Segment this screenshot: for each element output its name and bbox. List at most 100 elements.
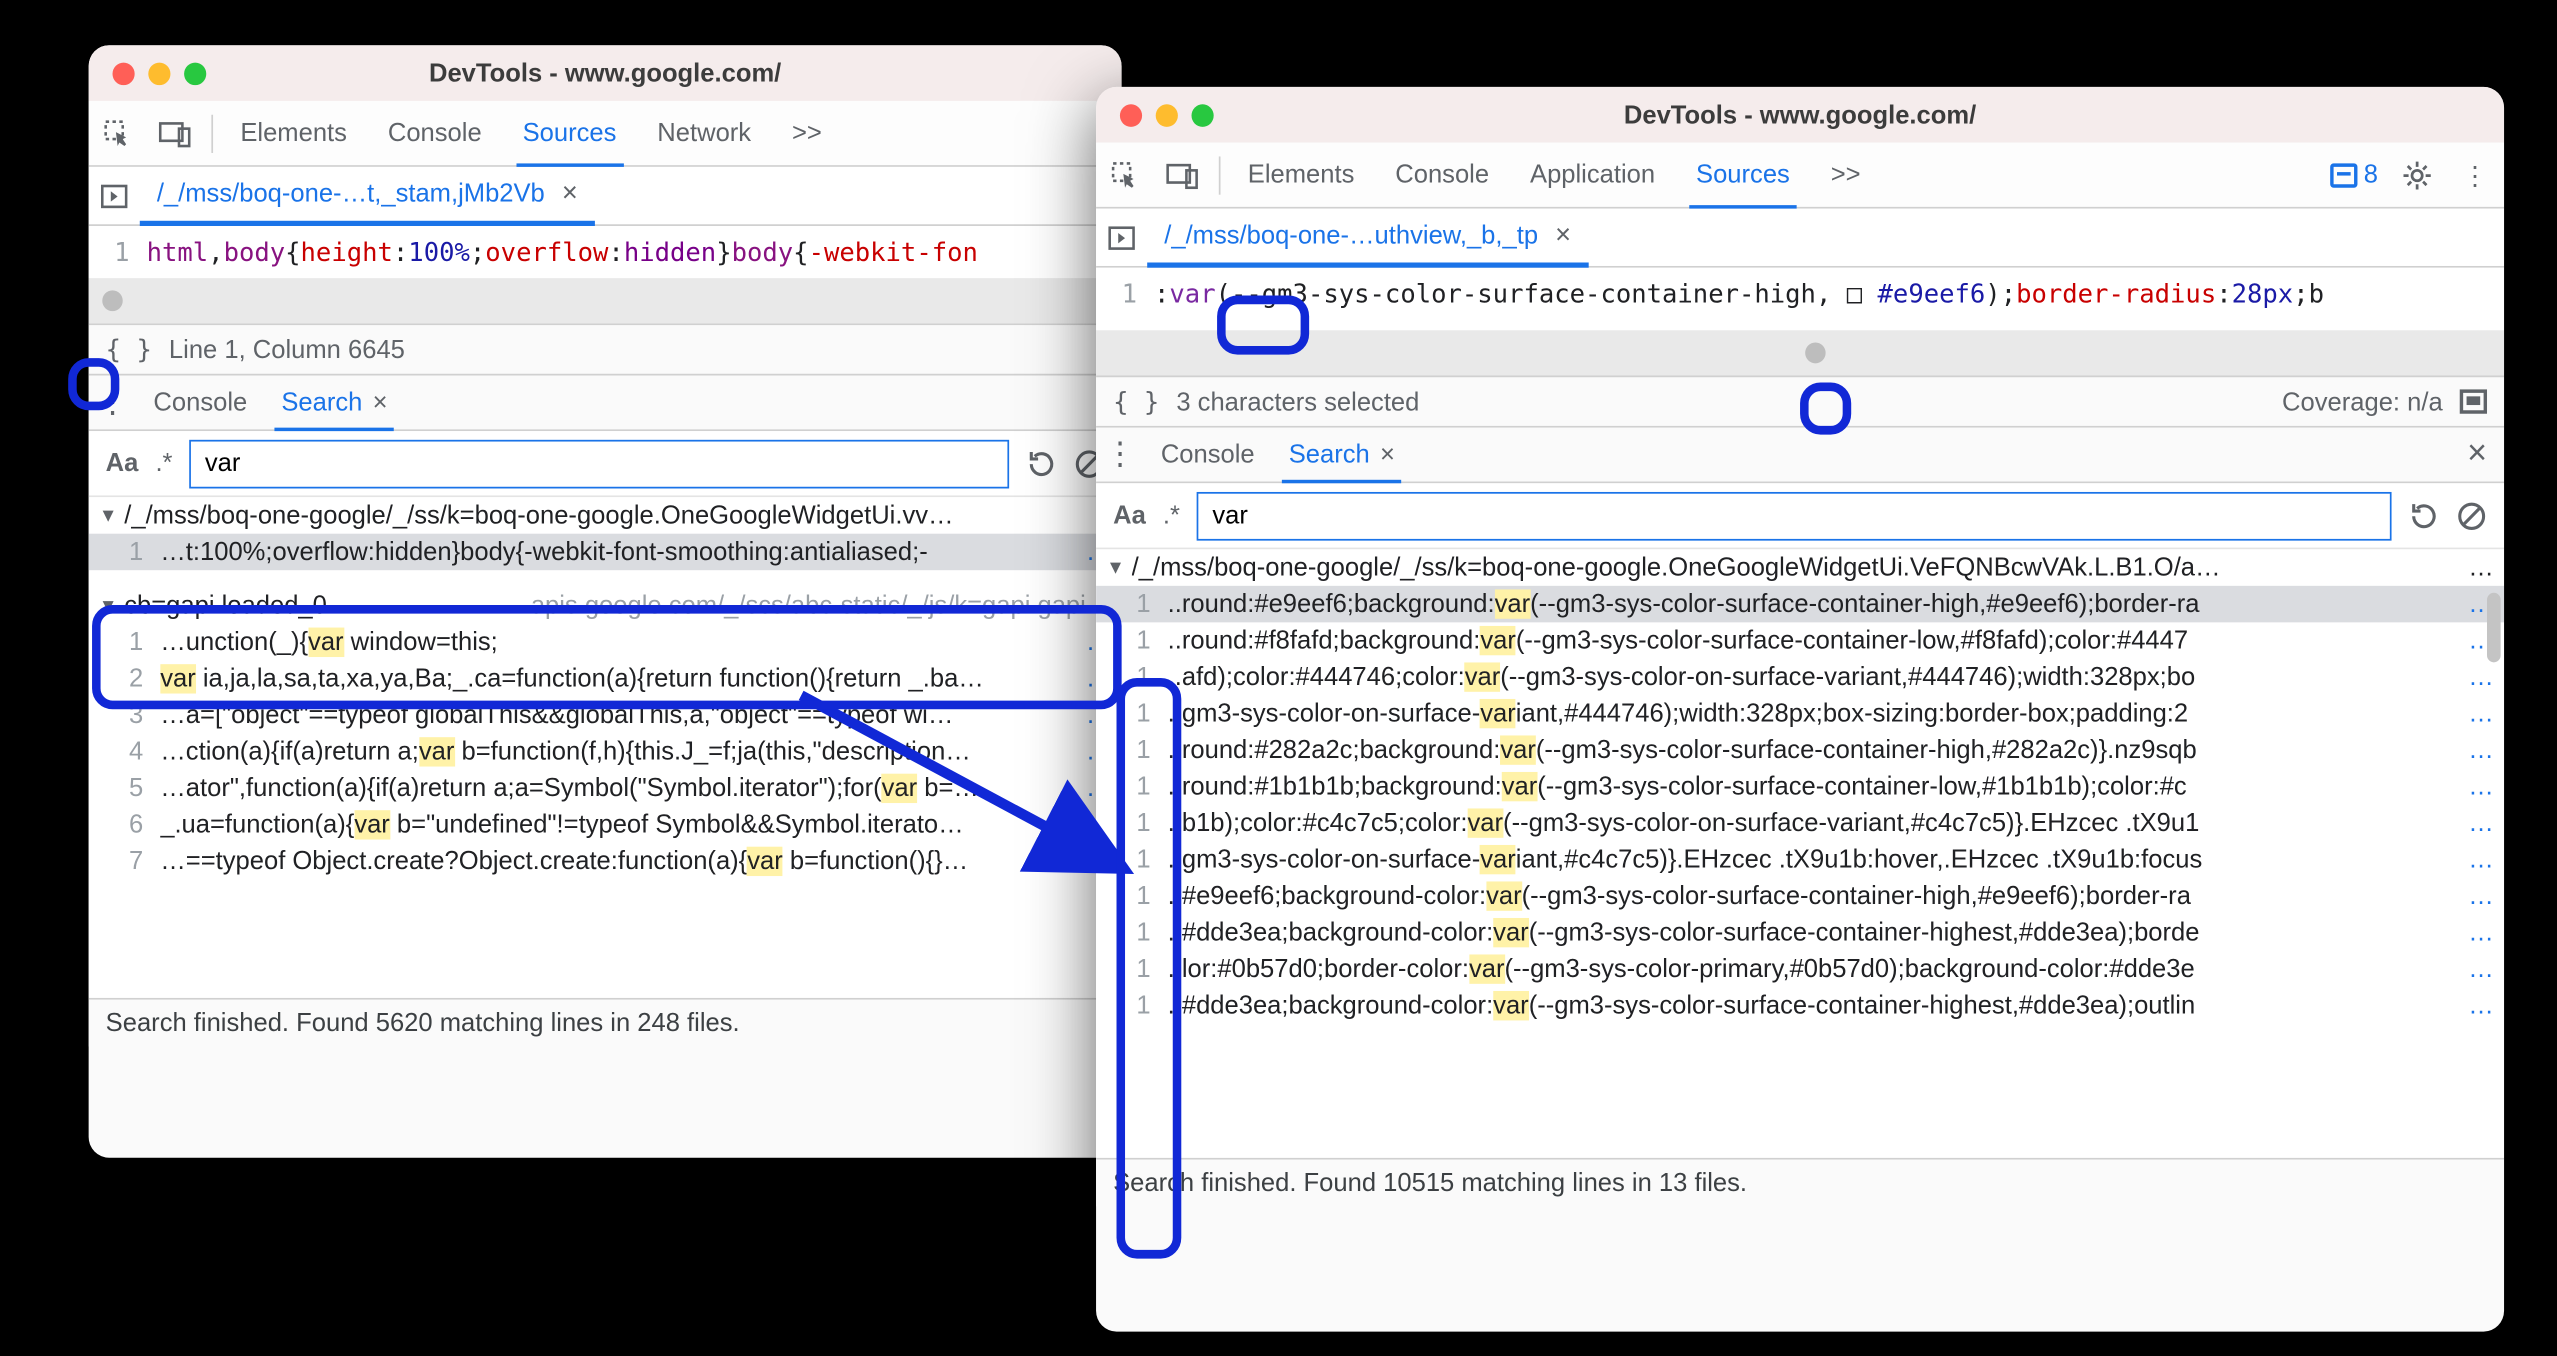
kebab-menu-icon[interactable]: ⋮ bbox=[2446, 147, 2504, 203]
result-line[interactable]: 1…t:100%;overflow:hidden}body{-webkit-fo… bbox=[89, 534, 1122, 571]
result-line[interactable]: 1..b1b);color:#c4c7c5;color:var(--gm3-sy… bbox=[1096, 805, 2504, 842]
minimap-marker-icon bbox=[102, 290, 122, 311]
result-group-header[interactable]: ▼/_/mss/boq-one-google/_/ss/k=boq-one-go… bbox=[1096, 549, 2504, 586]
settings-icon[interactable] bbox=[2388, 147, 2446, 203]
close-tab-icon[interactable]: × bbox=[1380, 440, 1395, 470]
show-navigator-icon[interactable] bbox=[89, 182, 140, 210]
traffic-minimize[interactable] bbox=[1156, 103, 1178, 126]
cursor-position: Line 1, Column 6645 bbox=[169, 335, 405, 365]
drawer-tabs: ⋮ Console Search× × bbox=[1096, 428, 2504, 484]
line-number: 1 bbox=[1096, 268, 1147, 331]
result-line[interactable]: 1…unction(_){var window=this;… bbox=[89, 624, 1122, 661]
inspect-element-icon[interactable] bbox=[89, 105, 147, 161]
result-line[interactable]: 1..#dde3ea;background-color:var(--gm3-sy… bbox=[1096, 987, 2504, 1024]
code-line[interactable]: :var(--gm3-sys-color-surface-container-h… bbox=[1147, 268, 2504, 331]
search-footer: Search finished. Found 10515 matching li… bbox=[1096, 1158, 2504, 1207]
close-tab-icon[interactable]: × bbox=[373, 388, 388, 418]
refresh-icon[interactable] bbox=[2409, 500, 2440, 531]
result-line[interactable]: 1..gm3-sys-color-on-surface-variant,#444… bbox=[1096, 695, 2504, 732]
device-toolbar-icon[interactable] bbox=[147, 105, 205, 161]
traffic-close[interactable] bbox=[1120, 103, 1142, 126]
minimap-row bbox=[89, 278, 1122, 323]
titlebar[interactable]: DevTools - www.google.com/ bbox=[89, 45, 1122, 101]
main-tabs: Elements Console Sources Network >> bbox=[89, 101, 1122, 167]
drawer-menu-icon[interactable]: ⋮ bbox=[89, 384, 137, 421]
traffic-zoom[interactable] bbox=[1192, 103, 1214, 126]
editor-status: 3 characters selected Coverage: n/a bbox=[1096, 375, 2504, 427]
result-line[interactable]: 1..gm3-sys-color-on-surface-variant,#c4c… bbox=[1096, 841, 2504, 878]
match-case-icon[interactable]: Aa bbox=[1113, 501, 1146, 531]
result-group-header[interactable]: ▼cb=gapi.loaded_0 — apis.google.com/_/sc… bbox=[89, 588, 1122, 625]
search-results[interactable]: ▼/_/mss/boq-one-google/_/ss/k=boq-one-go… bbox=[1096, 549, 2504, 1157]
tab-console[interactable]: Console bbox=[1375, 143, 1510, 207]
result-group-header[interactable]: ▼/_/mss/boq-one-google/_/ss/k=boq-one-go… bbox=[89, 497, 1122, 534]
file-tab[interactable]: /_/mss/boq-one-…uthview,_b,_tp × bbox=[1147, 209, 1588, 266]
titlebar[interactable]: DevTools - www.google.com/ bbox=[1096, 87, 2504, 143]
tab-network[interactable]: Network bbox=[637, 101, 772, 165]
tab-console[interactable]: Console bbox=[367, 101, 502, 165]
code-editor[interactable]: 1 :var(--gm3-sys-color-surface-container… bbox=[1096, 268, 2504, 331]
tab-sources[interactable]: Sources bbox=[502, 101, 637, 165]
traffic-zoom[interactable] bbox=[184, 62, 206, 85]
window-title: DevTools - www.google.com/ bbox=[89, 58, 1122, 88]
drawer-tab-search[interactable]: Search× bbox=[1272, 428, 1412, 482]
drawer-tab-console[interactable]: Console bbox=[1144, 428, 1272, 482]
selection-status: 3 characters selected bbox=[1176, 387, 1419, 417]
drawer-tab-console[interactable]: Console bbox=[136, 375, 264, 429]
refresh-icon[interactable] bbox=[1026, 448, 1057, 479]
search-input[interactable] bbox=[190, 439, 1010, 488]
minimap-row bbox=[1096, 330, 2504, 375]
match-case-icon[interactable]: Aa bbox=[106, 449, 139, 479]
result-line[interactable]: 1..lor:#0b57d0;border-color:var(--gm3-sy… bbox=[1096, 951, 2504, 988]
drawer-tab-search[interactable]: Search× bbox=[264, 375, 404, 429]
open-file-tabs: /_/mss/boq-one-…t,_stam,jMb2Vb × bbox=[89, 167, 1122, 226]
search-bar: Aa .* bbox=[1096, 483, 2504, 549]
drawer-menu-icon[interactable]: ⋮ bbox=[1096, 436, 1144, 473]
devtools-window-right: DevTools - www.google.com/ Elements Cons… bbox=[1096, 87, 2504, 1332]
result-line[interactable]: 1..#dde3ea;background-color:var(--gm3-sy… bbox=[1096, 914, 2504, 951]
result-line[interactable]: 1..round:#282a2c;background:var(--gm3-sy… bbox=[1096, 732, 2504, 769]
code-line[interactable]: html,body{height:100%;overflow:hidden}bo… bbox=[140, 226, 1122, 278]
tab-sources[interactable]: Sources bbox=[1676, 143, 1811, 207]
main-tabs: Elements Console Application Sources >> … bbox=[1096, 143, 2504, 209]
close-file-icon[interactable]: × bbox=[1555, 220, 1571, 251]
tabs-overflow[interactable]: >> bbox=[1810, 143, 1881, 207]
traffic-minimize[interactable] bbox=[148, 62, 170, 85]
line-number: 1 bbox=[89, 226, 140, 278]
regex-icon[interactable]: .* bbox=[155, 449, 172, 479]
search-input[interactable] bbox=[1197, 491, 2392, 540]
clear-icon[interactable] bbox=[2456, 500, 2487, 531]
result-line[interactable]: 1..afd);color:#444746;color:var(--gm3-sy… bbox=[1096, 659, 2504, 696]
traffic-close[interactable] bbox=[113, 62, 135, 85]
pretty-print-icon[interactable] bbox=[106, 334, 152, 365]
tab-elements[interactable]: Elements bbox=[1227, 143, 1375, 207]
messages-count: 8 bbox=[2364, 160, 2378, 190]
code-editor[interactable]: 1 html,body{height:100%;overflow:hidden}… bbox=[89, 226, 1122, 278]
tabs-overflow[interactable]: >> bbox=[772, 101, 843, 165]
result-line[interactable]: 1..#e9eef6;background-color:var(--gm3-sy… bbox=[1096, 878, 2504, 915]
result-line[interactable]: 1..round:#1b1b1b;background:var(--gm3-sy… bbox=[1096, 768, 2504, 805]
editor-status: Line 1, Column 6645 bbox=[89, 323, 1122, 375]
file-tab[interactable]: /_/mss/boq-one-…t,_stam,jMb2Vb × bbox=[140, 168, 595, 225]
search-summary: Search finished. Found 5620 matching lin… bbox=[106, 1008, 740, 1038]
device-toolbar-icon[interactable] bbox=[1154, 147, 1212, 203]
show-navigator-icon[interactable] bbox=[1096, 223, 1147, 251]
coverage-icon[interactable] bbox=[2460, 389, 2487, 413]
pretty-print-icon[interactable] bbox=[1113, 386, 1159, 417]
scrollbar[interactable] bbox=[2487, 593, 2501, 663]
close-file-icon[interactable]: × bbox=[562, 178, 578, 209]
file-tab-name: /_/mss/boq-one-…t,_stam,jMb2Vb bbox=[157, 179, 545, 209]
drawer-tabs: ⋮ Console Search× bbox=[89, 375, 1122, 431]
tab-elements[interactable]: Elements bbox=[220, 101, 368, 165]
result-line[interactable]: 1..round:#e9eef6;background:var(--gm3-sy… bbox=[1096, 586, 2504, 623]
open-file-tabs: /_/mss/boq-one-…uthview,_b,_tp × bbox=[1096, 209, 2504, 268]
messages-badge[interactable]: 8 bbox=[2330, 160, 2378, 190]
search-bar: Aa .* bbox=[89, 431, 1122, 497]
tab-application[interactable]: Application bbox=[1510, 143, 1676, 207]
regex-icon[interactable]: .* bbox=[1163, 501, 1180, 531]
search-footer: Search finished. Found 5620 matching lin… bbox=[89, 998, 1122, 1047]
result-line[interactable]: 1..round:#f8fafd;background:var(--gm3-sy… bbox=[1096, 622, 2504, 659]
close-drawer-icon[interactable]: × bbox=[2467, 435, 2504, 475]
minimap-marker-icon bbox=[1805, 342, 1825, 363]
inspect-element-icon[interactable] bbox=[1096, 147, 1154, 203]
